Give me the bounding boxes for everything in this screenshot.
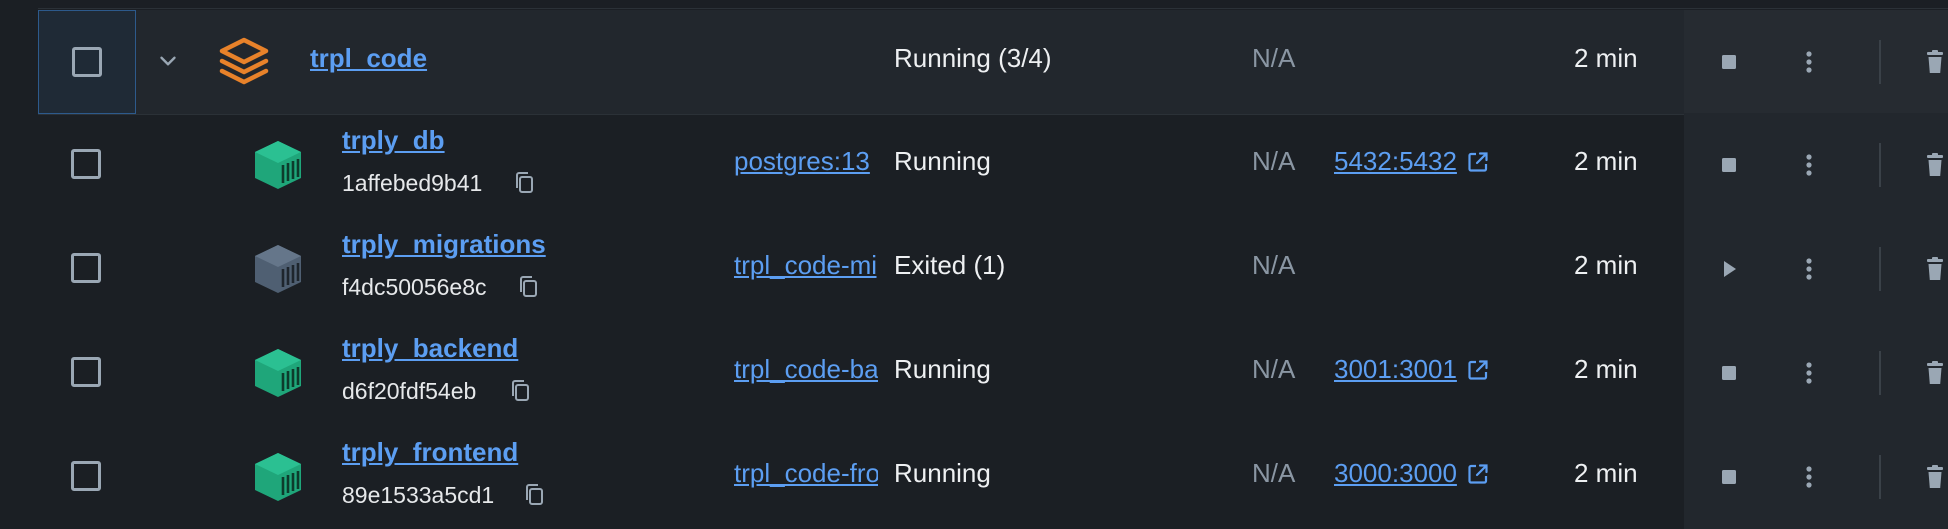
container-row[interactable]: trply_db 1affebed9b41 postgres:13 Runnin… (38, 113, 1948, 217)
more-vert-icon[interactable] (1794, 358, 1824, 388)
container-id: f4dc50056e8c (342, 274, 487, 300)
image-link[interactable]: trpl_code-backend (734, 354, 878, 385)
trash-icon[interactable] (1920, 254, 1948, 284)
action-divider (1879, 40, 1881, 84)
select-checkbox[interactable] (71, 461, 101, 491)
cpu-value: N/A (1252, 458, 1296, 488)
stop-icon[interactable] (1714, 358, 1744, 388)
top-divider (38, 8, 1948, 9)
group-name-link[interactable]: trpl_code (310, 43, 427, 74)
container-name-link[interactable]: trply_backend (342, 333, 518, 364)
more-vert-icon[interactable] (1794, 150, 1824, 180)
stop-icon[interactable] (1714, 462, 1744, 492)
container-row[interactable]: trply_frontend 89e1533a5cd1 trpl_code-fr… (38, 425, 1948, 529)
trash-icon[interactable] (1920, 358, 1948, 388)
container-id: d6f20fdf54eb (342, 378, 477, 404)
image-link[interactable]: postgres:13 (734, 146, 878, 177)
port-link[interactable]: 3001:3001 (1334, 354, 1457, 385)
container-id: 1affebed9b41 (342, 170, 483, 196)
action-divider (1879, 143, 1881, 187)
stack-layers-icon (219, 37, 269, 85)
checkbox-cell (38, 425, 136, 529)
external-link-icon[interactable] (1465, 461, 1491, 487)
cpu-value: N/A (1252, 354, 1296, 384)
copy-icon[interactable] (516, 274, 542, 300)
more-vert-icon[interactable] (1794, 254, 1824, 284)
row-actions (1684, 217, 1948, 321)
checkbox-cell (38, 321, 136, 425)
containers-table: trpl_code Running (3/4) N/A 2 min trply_… (0, 0, 1948, 529)
container-exited-icon (255, 245, 301, 293)
port-mapping: 3001:3001 (1334, 354, 1491, 385)
row-actions (1684, 321, 1948, 425)
play-icon[interactable] (1714, 254, 1744, 284)
cpu-value: N/A (1252, 43, 1296, 73)
container-status: Exited (1) (894, 250, 1006, 280)
container-running-icon (255, 453, 301, 501)
port-mapping: 5432:5432 (1334, 146, 1491, 177)
container-name-link[interactable]: trply_db (342, 125, 445, 156)
action-divider (1879, 351, 1881, 395)
compose-group-row[interactable]: trpl_code Running (3/4) N/A 2 min (38, 10, 1948, 115)
copy-icon[interactable] (508, 378, 534, 404)
port-link[interactable]: 3000:3000 (1334, 458, 1457, 489)
action-divider (1879, 247, 1881, 291)
container-row[interactable]: trply_migrations f4dc50056e8c trpl_code-… (38, 217, 1948, 321)
select-checkbox[interactable] (71, 149, 101, 179)
cpu-value: N/A (1252, 250, 1296, 280)
select-checkbox[interactable] (71, 357, 101, 387)
container-name-link[interactable]: trply_migrations (342, 229, 546, 260)
container-status: Running (894, 146, 991, 176)
select-checkbox[interactable] (72, 47, 102, 77)
port-mapping: 3000:3000 (1334, 458, 1491, 489)
copy-icon[interactable] (522, 482, 548, 508)
select-checkbox[interactable] (71, 253, 101, 283)
row-actions (1684, 10, 1948, 114)
trash-icon[interactable] (1920, 150, 1948, 180)
row-actions (1684, 425, 1948, 529)
container-status: Running (894, 354, 991, 384)
cpu-value: N/A (1252, 146, 1296, 176)
checkbox-cell (38, 217, 136, 321)
port-link[interactable]: 5432:5432 (1334, 146, 1457, 177)
row-actions (1684, 113, 1948, 217)
container-id: 89e1533a5cd1 (342, 482, 495, 508)
more-vert-icon[interactable] (1794, 462, 1824, 492)
trash-icon[interactable] (1920, 47, 1948, 77)
image-link[interactable]: trpl_code-frontend (734, 458, 878, 489)
stop-icon[interactable] (1714, 150, 1744, 180)
started-value: 2 min (1574, 146, 1638, 176)
container-running-icon (255, 349, 301, 397)
container-name-link[interactable]: trply_frontend (342, 437, 518, 468)
external-link-icon[interactable] (1465, 357, 1491, 383)
more-vert-icon[interactable] (1794, 47, 1824, 77)
started-value: 2 min (1574, 458, 1638, 488)
container-status: Running (894, 458, 991, 488)
checkbox-cell (38, 113, 136, 217)
external-link-icon[interactable] (1465, 149, 1491, 175)
trash-icon[interactable] (1920, 462, 1948, 492)
started-value: 2 min (1574, 43, 1638, 73)
checkbox-cell (38, 10, 136, 114)
started-value: 2 min (1574, 354, 1638, 384)
started-value: 2 min (1574, 250, 1638, 280)
image-link[interactable]: trpl_code-migrations (734, 250, 878, 281)
copy-icon[interactable] (512, 170, 538, 196)
group-status: Running (3/4) (894, 43, 1052, 73)
action-divider (1879, 455, 1881, 499)
container-running-icon (255, 141, 301, 189)
container-row[interactable]: trply_backend d6f20fdf54eb trpl_code-bac… (38, 321, 1948, 425)
chevron-down-icon[interactable] (155, 48, 181, 74)
stop-icon[interactable] (1714, 47, 1744, 77)
